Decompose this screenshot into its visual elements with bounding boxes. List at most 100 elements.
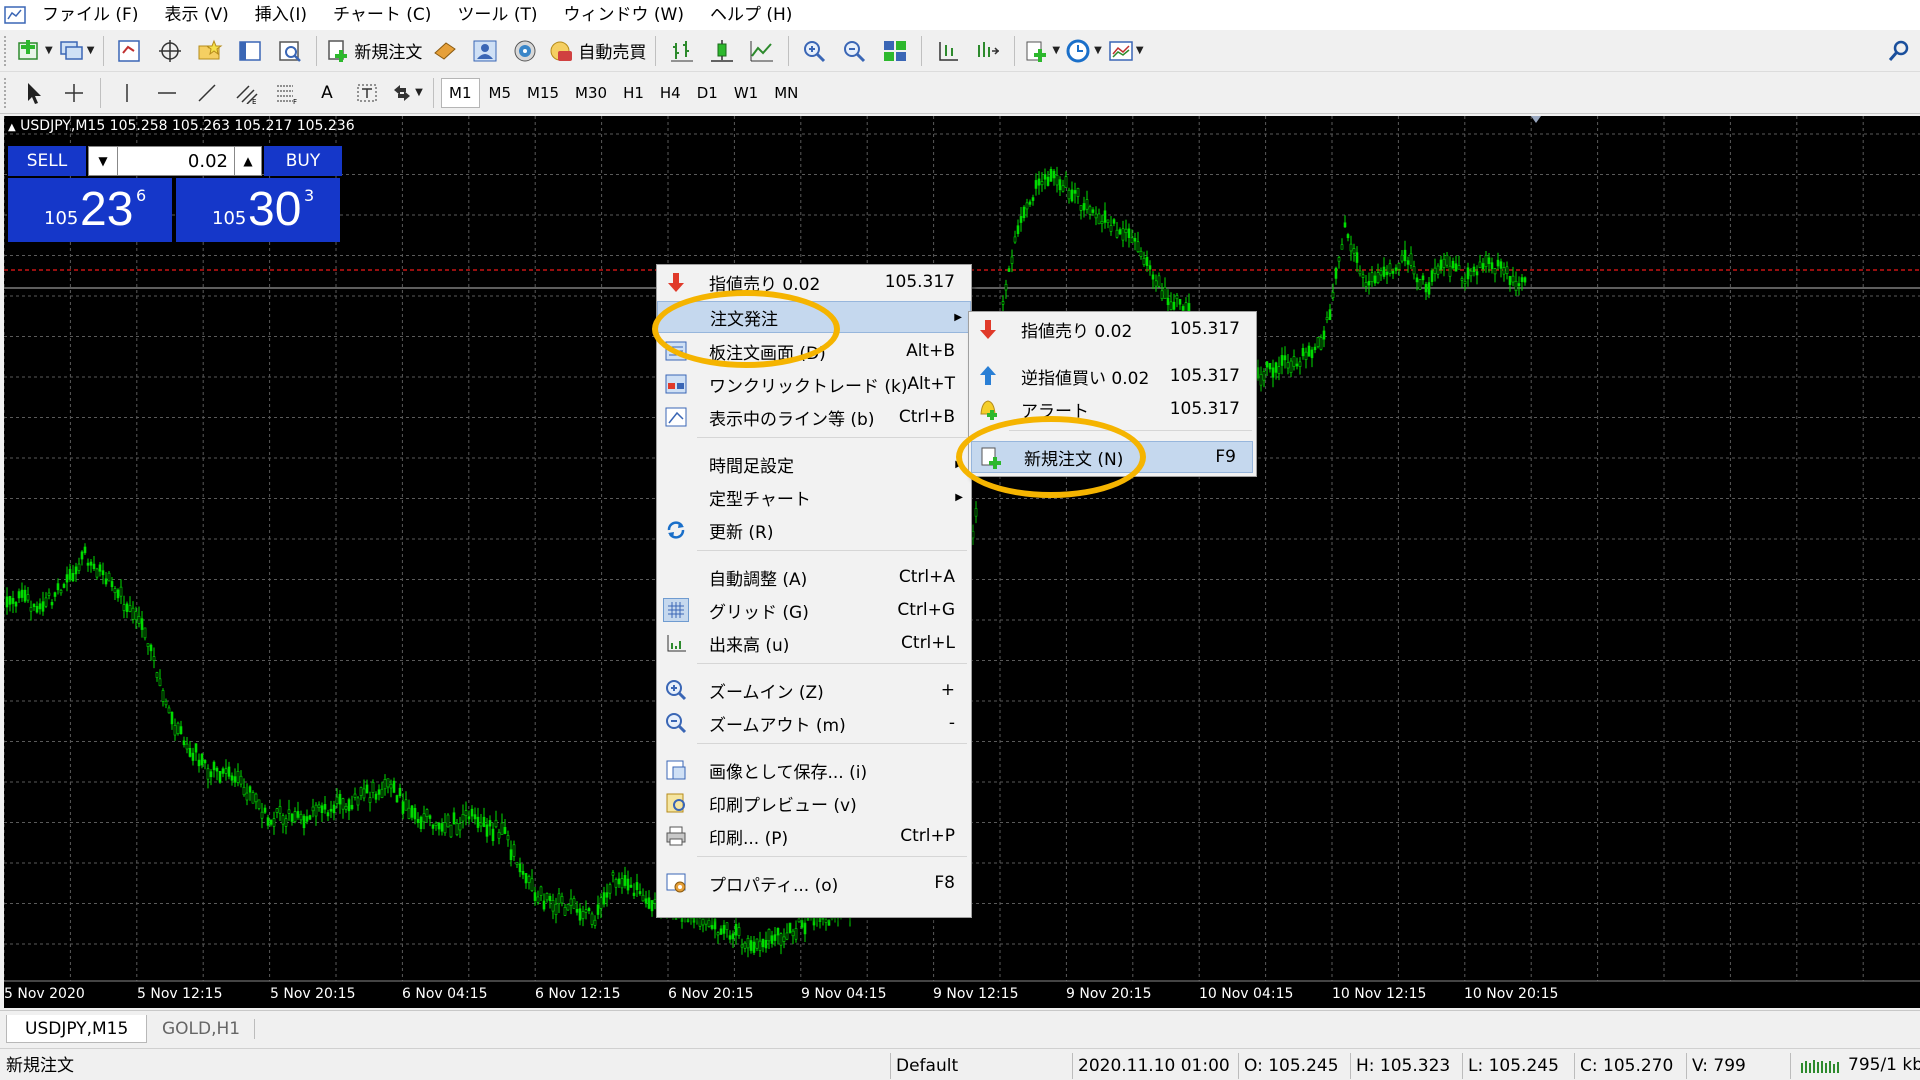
fibonacci-button[interactable]: F [270,76,304,110]
candle-body [1313,346,1317,351]
menu-item-timeframes[interactable]: 時間足設定 ▶ [657,448,971,480]
sell-price-button[interactable]: 105 23 6 [8,178,172,242]
menu-item-one-click-trading[interactable]: ワンクリックトレード (k) Alt+T [657,368,971,400]
profiles-button[interactable]: ▼ [59,34,95,68]
navigator-button[interactable] [193,34,227,68]
menu-view[interactable]: 表示 (V) [152,0,242,30]
signals-button[interactable] [468,34,502,68]
candle-body [1415,277,1419,283]
x-axis-label: 9 Nov 20:15 [1066,986,1152,1002]
indicators-button[interactable]: ▼ [1024,34,1060,68]
lot-decrease-button[interactable]: ▼ [88,146,118,176]
menu-item-properties[interactable]: プロパティ... (o) F8 [657,867,971,899]
vps-button[interactable] [508,34,542,68]
trendline-button[interactable] [190,76,224,110]
submenu-item-sell-limit[interactable]: 指値売り 0.02 105.317 [969,313,1256,345]
status-connection[interactable]: 795/1 kb [1794,1049,1920,1080]
zoom-in-button[interactable] [798,34,832,68]
timeframe-h1[interactable]: H1 [616,78,651,108]
menu-window[interactable]: ウィンドウ (W) [551,0,697,30]
menu-item-print[interactable]: 印刷... (P) Ctrl+P [657,820,971,852]
timeframe-m30[interactable]: M30 [568,78,614,108]
candle-body [1181,306,1185,311]
auto-scroll-button[interactable] [971,34,1005,68]
tile-windows-button[interactable] [878,34,912,68]
candle-body [797,918,801,922]
periods-button[interactable]: ▼ [1066,34,1102,68]
tab-gold-h1[interactable]: GOLD,H1 [144,1015,258,1043]
menu-file[interactable]: ファイル (F) [30,0,152,30]
horizontal-line-button[interactable] [150,76,184,110]
dropdown-arrow-icon[interactable]: ▼ [415,87,423,98]
text-label-button[interactable] [350,76,384,110]
chart-shift-button[interactable] [931,34,965,68]
text-button[interactable]: A [310,76,344,110]
zoom-out-button[interactable] [838,34,872,68]
candle-body [437,822,441,830]
timeframe-w1[interactable]: W1 [727,78,765,108]
arrows-button[interactable]: ▼ [390,76,424,110]
status-hint: 新規注文 [6,1056,74,1076]
auto-trading-button[interactable]: 自動売買 [548,34,646,68]
toolbar-grip[interactable] [4,77,10,108]
menu-item-volumes[interactable]: 出来高 (u) Ctrl+L [657,627,971,659]
search-button[interactable] [1882,34,1916,68]
timeframe-m5[interactable]: M5 [482,78,519,108]
candle-body [623,875,627,886]
candle-body [224,768,228,774]
menu-item-zoom-in[interactable]: ズームイン (Z) + [657,674,971,706]
lot-size-input[interactable]: 0.02 [118,146,234,176]
new-chart-button[interactable]: ▼ [17,34,53,68]
menu-tools[interactable]: ツール (T) [445,0,551,30]
menu-item-auto-arrange[interactable]: 自動調整 (A) Ctrl+A [657,561,971,593]
line-chart-button[interactable] [745,34,779,68]
data-window-button[interactable] [153,34,187,68]
lot-increase-button[interactable]: ▲ [234,146,262,176]
crosshair-button[interactable] [57,76,91,110]
menu-insert[interactable]: 挿入(I) [243,0,321,30]
menu-item-refresh[interactable]: 更新 (R) [657,514,971,546]
timeframe-d1[interactable]: D1 [690,78,725,108]
dropdown-arrow-icon[interactable]: ▼ [87,45,95,56]
vertical-line-button[interactable] [110,76,144,110]
menu-item-objects-list[interactable]: 表示中のライン等 (b) Ctrl+B [657,401,971,433]
timeframe-m1[interactable]: M1 [441,77,480,108]
menu-item-print-preview[interactable]: 印刷プレビュー (v) [657,787,971,819]
buy-price-button[interactable]: 105 30 3 [176,178,340,242]
collapse-triangle-icon[interactable]: ▲ [8,122,16,133]
dropdown-arrow-icon[interactable]: ▼ [1052,45,1060,56]
timeframe-h4[interactable]: H4 [653,78,688,108]
metaeditor-button[interactable] [428,34,462,68]
cursor-button[interactable] [17,76,51,110]
menu-item-grid[interactable]: グリッド (G) Ctrl+G [657,594,971,626]
candle-body [152,656,156,661]
candlestick-button[interactable] [705,34,739,68]
dropdown-arrow-icon[interactable]: ▼ [1136,45,1144,56]
status-bar: 新規注文 Default 2020.11.10 01:00 O: 105.245… [0,1048,1920,1080]
menu-charts[interactable]: チャート (C) [321,0,445,30]
submenu-item-buy-stop[interactable]: 逆指値買い 0.02 105.317 [969,360,1256,392]
toolbar-grip[interactable] [4,35,10,66]
menu-help[interactable]: ヘルプ (H) [698,0,806,30]
candle-body [1067,189,1071,200]
menu-item-templates[interactable]: 定型チャート ▶ [657,481,971,513]
timeframe-mn[interactable]: MN [767,78,805,108]
dropdown-arrow-icon[interactable]: ▼ [1094,45,1102,56]
menu-item-save-as-picture[interactable]: 画像として保存... (i) [657,754,971,786]
candle-body [1436,265,1440,275]
buy-button[interactable]: BUY [264,146,342,176]
candle-body [734,923,738,936]
tab-usdjpy-m15[interactable]: USDJPY,M15 [6,1015,148,1043]
new-order-button[interactable]: 新規注文 [326,34,422,68]
strategy-tester-button[interactable] [273,34,307,68]
terminal-button[interactable] [233,34,267,68]
equidistant-channel-button[interactable]: E [230,76,264,110]
menu-item-zoom-out[interactable]: ズームアウト (m) - [657,707,971,739]
dropdown-arrow-icon[interactable]: ▼ [45,45,53,56]
market-watch-button[interactable] [113,34,147,68]
templates-button[interactable]: ▼ [1108,34,1144,68]
sell-button[interactable]: SELL [8,146,86,176]
bar-chart-button[interactable] [665,34,699,68]
timeframe-m15[interactable]: M15 [520,78,566,108]
status-profile[interactable]: Default [890,1049,958,1080]
